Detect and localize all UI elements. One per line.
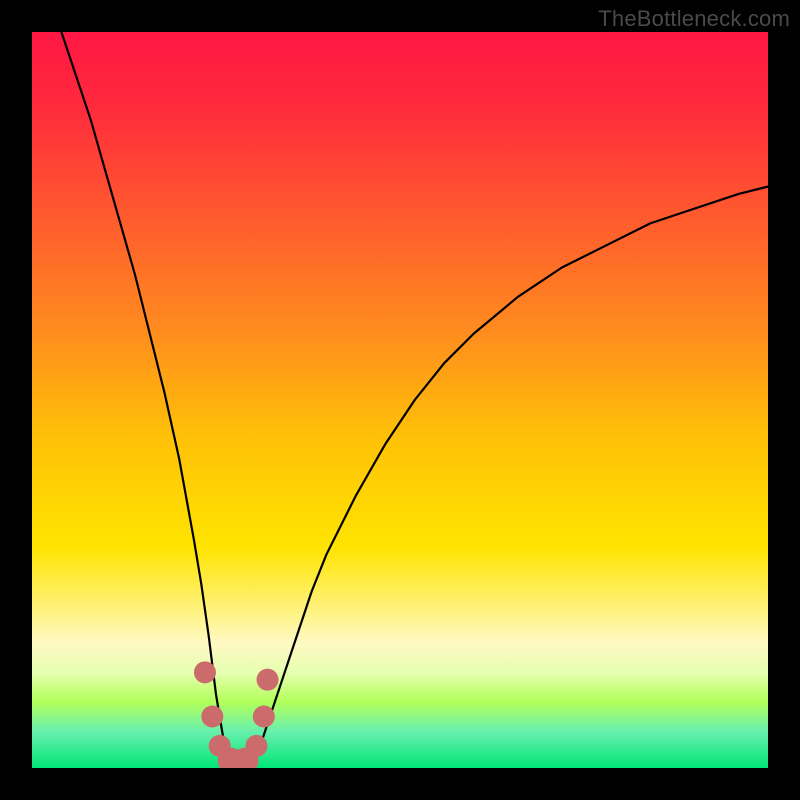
marker-6	[253, 705, 275, 727]
chart-background	[32, 32, 768, 768]
marker-5	[245, 735, 267, 757]
marker-0	[194, 661, 216, 683]
chart-svg	[32, 32, 768, 768]
chart-frame: TheBottleneck.com	[0, 0, 800, 800]
chart-plot-area	[32, 32, 768, 768]
watermark-text: TheBottleneck.com	[598, 6, 790, 32]
marker-7	[257, 669, 279, 691]
marker-1	[201, 705, 223, 727]
